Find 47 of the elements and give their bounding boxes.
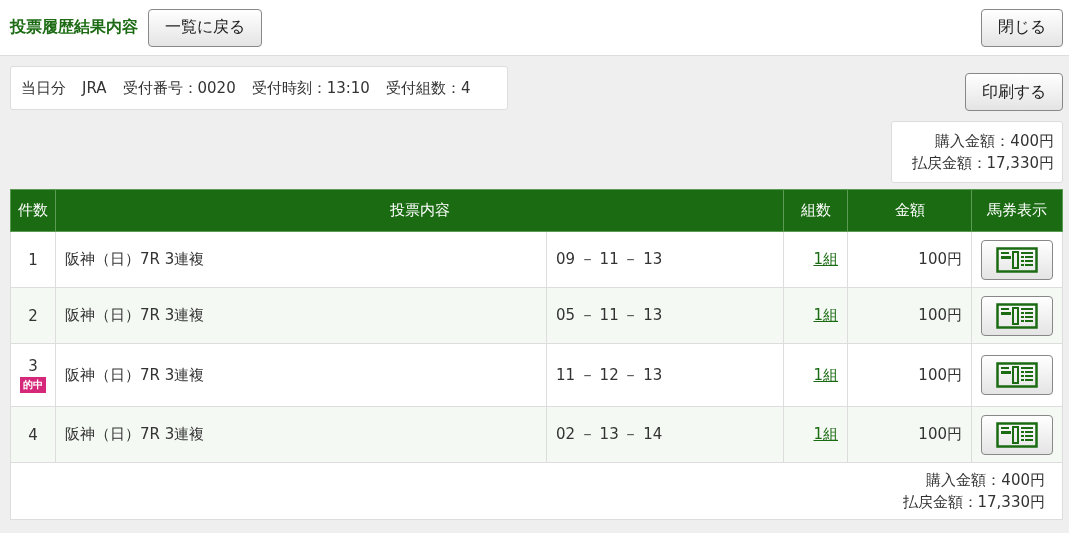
summary-text: 購入金額：400円 [926, 470, 1045, 491]
ticket-button[interactable] [981, 414, 1053, 455]
amount-text: 100円 [847, 287, 972, 344]
column-header: 金額 [847, 189, 972, 232]
row-number: 2 [28, 306, 38, 325]
info-text: JRA [82, 79, 107, 97]
ticket-icon [996, 246, 1038, 273]
sets-link[interactable]: 1組 [813, 306, 838, 324]
column-header: 投票内容 [55, 189, 784, 232]
column-header: 件数 [10, 189, 56, 232]
sets-link[interactable]: 1組 [813, 365, 838, 384]
info-text: 当日分 [21, 78, 66, 98]
sets-link[interactable]: 1組 [813, 425, 838, 443]
summary-text: 払戻金額：17,330円 [902, 492, 1045, 513]
ticket-button[interactable] [981, 239, 1053, 280]
print-button[interactable]: 印刷する [965, 73, 1063, 111]
horse-numbers: 02 － 13 － 14 [546, 406, 784, 463]
horse-numbers: 05 － 11 － 13 [546, 287, 784, 344]
horse-numbers: 11 － 12 － 13 [546, 343, 784, 407]
row-number: 1 [28, 250, 38, 269]
ticket-button[interactable] [981, 355, 1053, 395]
ticket-button[interactable] [981, 295, 1053, 336]
info-text: 受付番号：0020 [122, 78, 236, 98]
ticket-icon [996, 302, 1038, 329]
page-title: 投票履歴結果内容 [10, 17, 138, 38]
info-text: 受付時刻：13:10 [251, 78, 370, 98]
ticket-icon [996, 421, 1038, 448]
back-button[interactable]: 一覧に戻る [148, 8, 262, 47]
close-button[interactable]: 閉じる [981, 8, 1063, 47]
horse-numbers: 09 － 11 － 13 [546, 231, 784, 288]
summary-text: 払戻金額：17,330円 [911, 153, 1054, 174]
hit-badge: 的中 [20, 377, 46, 393]
bet-text: 阪神（日）7R 3連複 [55, 231, 547, 288]
amount-text: 100円 [847, 406, 972, 463]
sets-link[interactable]: 1組 [813, 250, 838, 268]
row-number: 3 [28, 357, 38, 375]
amount-text: 100円 [847, 343, 972, 407]
summary-text: 購入金額：400円 [935, 131, 1054, 152]
ticket-icon [996, 362, 1038, 388]
column-header: 組数 [783, 189, 848, 232]
column-header: 馬券表示 [971, 189, 1063, 232]
row-number: 4 [28, 425, 38, 444]
amount-text: 100円 [847, 231, 972, 288]
bet-text: 阪神（日）7R 3連複 [55, 343, 547, 407]
bet-text: 阪神（日）7R 3連複 [55, 406, 547, 463]
info-text: 受付組数：4 [385, 78, 471, 98]
bet-text: 阪神（日）7R 3連複 [55, 287, 547, 344]
